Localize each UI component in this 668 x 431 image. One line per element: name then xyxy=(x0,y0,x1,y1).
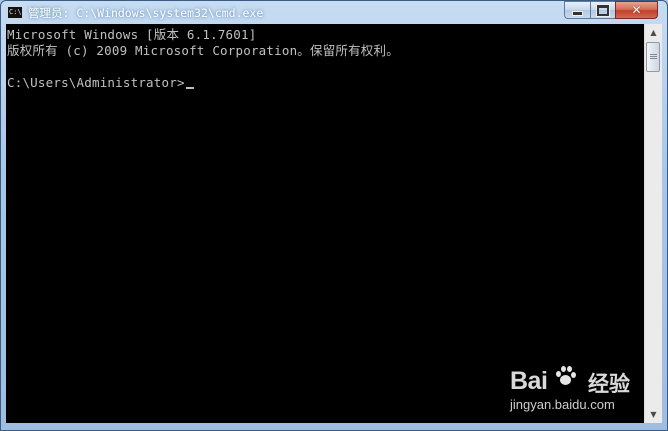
close-icon: ✕ xyxy=(631,3,642,17)
watermark-logo: Bai xyxy=(510,367,548,395)
cmd-window: C:\ 管理员: C:\Windows\system32\cmd.exe ✕ M… xyxy=(0,0,668,431)
scroll-down-button[interactable]: ▼ xyxy=(645,406,662,423)
minimize-icon xyxy=(572,10,583,16)
maximize-button[interactable] xyxy=(590,1,615,19)
grip-line xyxy=(650,54,657,55)
console-line: Microsoft Windows [版本 6.1.7601] xyxy=(7,27,257,42)
caption-buttons: ✕ xyxy=(564,1,658,19)
grip-line xyxy=(650,56,657,57)
command-prompt: C:\Users\Administrator> xyxy=(7,75,185,90)
watermark-url: jingyan.baidu.com xyxy=(510,397,615,412)
vertical-scrollbar[interactable]: ▲ ▼ xyxy=(644,24,662,423)
prompt-line[interactable]: C:\Users\Administrator> xyxy=(7,75,194,91)
cmd-icon[interactable]: C:\ xyxy=(7,6,23,19)
arrow-down-icon: ▼ xyxy=(650,410,657,419)
scroll-up-button[interactable]: ▲ xyxy=(645,24,662,41)
scroll-thumb[interactable] xyxy=(646,42,660,72)
baidu-jingyan-watermark: Bai 经验 jingyan.baidu.com xyxy=(506,359,636,417)
text-cursor xyxy=(185,87,194,89)
window-title: 管理员: C:\Windows\system32\cmd.exe xyxy=(28,6,264,20)
console-line: 版权所有 (c) 2009 Microsoft Corporation。保留所有… xyxy=(7,43,399,58)
grip-line xyxy=(650,58,657,59)
maximize-icon xyxy=(596,3,610,17)
arrow-up-icon: ▲ xyxy=(650,28,657,37)
paw-icon xyxy=(554,365,576,387)
minimize-button[interactable] xyxy=(564,1,590,19)
close-button[interactable]: ✕ xyxy=(615,1,658,19)
title-bar[interactable]: C:\ 管理员: C:\Windows\system32\cmd.exe ✕ xyxy=(1,1,667,23)
watermark-jingyan: 经验 xyxy=(588,372,630,396)
